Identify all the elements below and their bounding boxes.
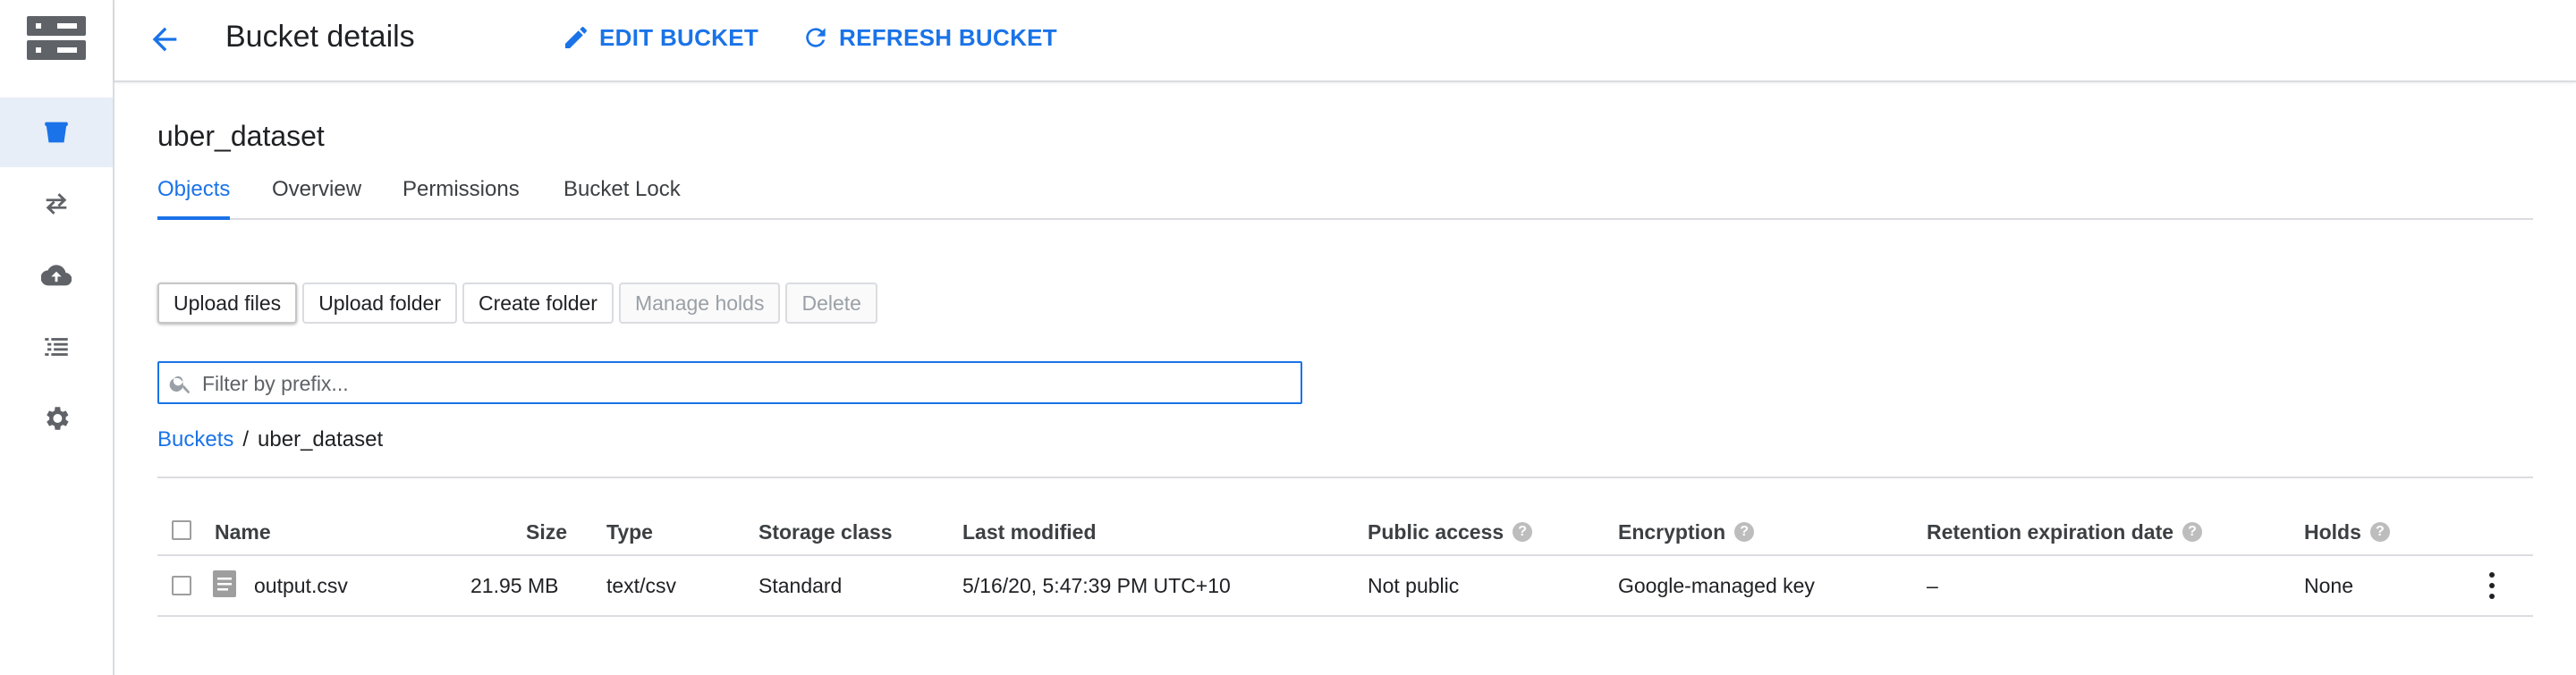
public-access-label: Public access (1368, 520, 1504, 544)
refresh-bucket-button[interactable]: REFRESH BUCKET (801, 23, 1057, 52)
edit-bucket-button[interactable]: EDIT BUCKET (562, 23, 758, 52)
rail-item-transfer[interactable] (0, 169, 113, 239)
objects-table: Name Size Type Storage class Last modifi… (157, 508, 2533, 617)
column-header-public-access: Public access? (1368, 520, 1533, 544)
list-icon (45, 338, 68, 356)
object-retention: – (1927, 574, 1938, 597)
object-size: 21.95 MB (470, 574, 559, 597)
column-header-storage-class[interactable]: Storage class (758, 520, 893, 544)
object-name-link[interactable]: output.csv (254, 574, 348, 598)
rail-item-browser[interactable] (0, 97, 113, 167)
encryption-label: Encryption (1618, 520, 1726, 544)
help-icon[interactable]: ? (2182, 521, 2203, 542)
back-button[interactable] (147, 21, 182, 57)
cloud-upload-icon (41, 265, 72, 286)
column-header-name[interactable]: Name (215, 520, 271, 544)
table-header-row: Name Size Type Storage class Last modifi… (157, 508, 2533, 556)
file-icon (213, 570, 236, 597)
column-header-size[interactable]: Size (526, 520, 567, 544)
row-checkbox[interactable] (172, 576, 191, 595)
breadcrumb-current: uber_dataset (258, 427, 384, 451)
help-icon[interactable]: ? (2369, 521, 2390, 542)
pencil-icon (565, 27, 587, 48)
help-icon[interactable]: ? (1513, 521, 1533, 542)
holds-label: Holds (2304, 520, 2361, 544)
bucket-icon (45, 122, 68, 143)
retention-label: Retention expiration date (1927, 520, 2174, 544)
section-divider (157, 477, 2533, 478)
object-storage-class: Standard (758, 574, 843, 597)
search-icon (169, 375, 191, 394)
object-actions-toolbar: Upload files Upload folder Create folder… (157, 283, 877, 324)
create-folder-button[interactable]: Create folder (462, 283, 614, 324)
storage-product-icon[interactable] (27, 16, 86, 61)
select-all-checkbox[interactable] (172, 520, 191, 540)
object-encryption: Google-managed key (1618, 574, 1815, 597)
manage-holds-button[interactable]: Manage holds (618, 283, 781, 324)
refresh-bucket-label: REFRESH BUCKET (839, 23, 1057, 51)
tab-overview[interactable]: Overview (272, 177, 361, 216)
breadcrumb-separator: / (242, 427, 250, 451)
filter-box (157, 361, 1302, 404)
delete-button[interactable]: Delete (785, 283, 877, 324)
rail-item-monitoring[interactable] (0, 312, 113, 382)
column-header-encryption: Encryption? (1618, 520, 1755, 544)
column-header-type[interactable]: Type (606, 520, 653, 544)
tab-bar: Objects Overview Permissions Bucket Lock (157, 173, 2533, 220)
arrow-back-icon (152, 27, 177, 52)
table-row: output.csv 21.95 MB text/csv Standard 5/… (157, 556, 2533, 617)
upload-files-button[interactable]: Upload files (157, 283, 298, 324)
breadcrumb-buckets-link[interactable]: Buckets (157, 427, 233, 452)
refresh-icon (806, 28, 826, 47)
gear-icon (47, 407, 69, 430)
column-header-retention: Retention expiration date? (1927, 520, 2203, 544)
edit-bucket-label: EDIT BUCKET (599, 23, 759, 51)
more-vert-icon[interactable] (2487, 570, 2497, 601)
tab-objects[interactable]: Objects (157, 177, 231, 220)
breadcrumb: Buckets / uber_dataset (157, 427, 383, 452)
bucket-name: uber_dataset (157, 120, 325, 152)
filter-by-prefix-input[interactable] (200, 368, 1277, 399)
rail-item-transfer-appliance[interactable] (0, 240, 113, 310)
column-header-holds: Holds? (2304, 520, 2390, 544)
page-title: Bucket details (225, 20, 415, 54)
rail-item-settings[interactable] (0, 384, 113, 453)
object-last-modified: 5/16/20, 5:47:39 PM UTC+10 (962, 574, 1231, 597)
object-type: text/csv (606, 574, 676, 597)
tab-bucket-lock[interactable]: Bucket Lock (564, 177, 681, 216)
column-header-last-modified[interactable]: Last modified (962, 520, 1097, 544)
tab-permissions[interactable]: Permissions (402, 177, 520, 216)
upload-folder-button[interactable]: Upload folder (302, 283, 457, 324)
help-icon[interactable]: ? (1734, 521, 1755, 542)
page-header: Bucket details EDIT BUCKET REFRESH BUCKE… (114, 0, 2576, 82)
object-holds: None (2304, 574, 2353, 597)
object-public-access: Not public (1368, 574, 1460, 597)
transfer-icon (46, 193, 67, 215)
left-nav-rail (0, 0, 114, 675)
